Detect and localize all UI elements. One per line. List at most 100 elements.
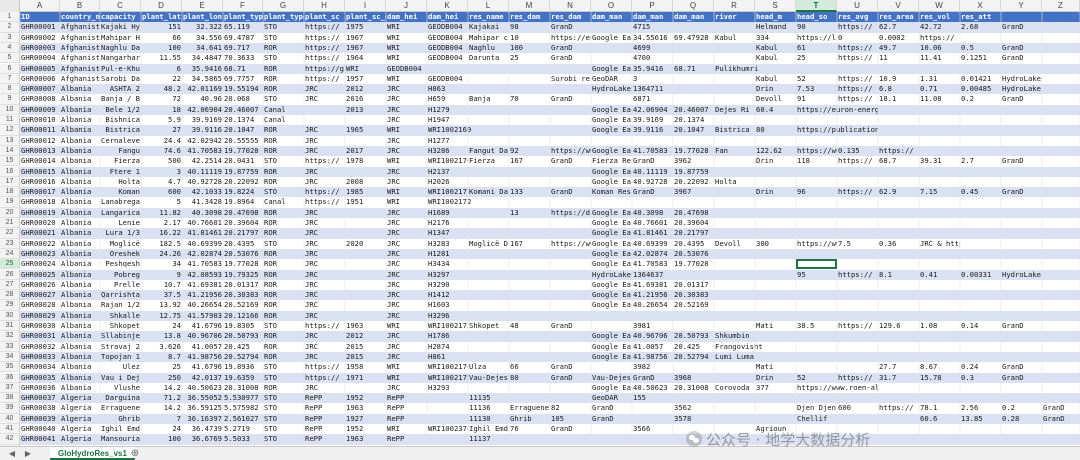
cell[interactable]: GHR00013: [20, 146, 60, 156]
cell[interactable]: Albania: [60, 218, 100, 228]
cell[interactable]: 1952: [345, 424, 386, 434]
cell[interactable]: GranD: [1001, 373, 1042, 383]
cell[interactable]: Algeria: [60, 403, 100, 413]
cell[interactable]: Koman Res: [591, 187, 632, 197]
cell[interactable]: https://: [837, 53, 878, 63]
cell[interactable]: 11.08: [919, 94, 960, 104]
header-cell[interactable]: dam_hei: [427, 12, 468, 22]
cell[interactable]: Fierza Res: [591, 156, 632, 166]
cell[interactable]: [960, 393, 1001, 403]
cell[interactable]: [960, 352, 1001, 362]
cell[interactable]: [345, 259, 386, 269]
cell[interactable]: Afghanistan: [60, 53, 100, 63]
column-header-w[interactable]: W: [919, 0, 960, 12]
cell[interactable]: 2012: [345, 84, 386, 94]
cell[interactable]: 20.31008: [223, 383, 263, 393]
cell[interactable]: 98: [509, 22, 550, 32]
cell[interactable]: STO: [263, 321, 304, 331]
cell[interactable]: Algeria: [60, 393, 100, 403]
cell[interactable]: 41.57903: [182, 311, 223, 321]
cell[interactable]: Fan: [714, 146, 755, 156]
row-number[interactable]: 7: [0, 73, 20, 85]
cell[interactable]: GranD: [1001, 53, 1042, 63]
cell[interactable]: ROR: [263, 218, 304, 228]
row-number[interactable]: 11: [0, 115, 20, 126]
cell[interactable]: 72: [141, 94, 182, 104]
cell[interactable]: 1978: [345, 156, 386, 166]
row-number[interactable]: 9: [0, 94, 20, 105]
cell[interactable]: ROR: [263, 300, 304, 310]
column-header-l[interactable]: L: [468, 0, 509, 12]
column-header-c[interactable]: C: [100, 0, 141, 12]
cell[interactable]: JRC: [386, 146, 427, 156]
cell[interactable]: 2013: [345, 105, 386, 115]
cell[interactable]: [550, 105, 591, 115]
cell[interactable]: 40.76601: [182, 218, 223, 228]
cell[interactable]: Darunta: [468, 53, 509, 63]
cell[interactable]: 6: [141, 64, 182, 74]
cell[interactable]: 20.22092: [673, 177, 714, 187]
cell[interactable]: Google Earth Explorer: [591, 64, 632, 74]
header-cell[interactable]: plant_sc: [304, 12, 345, 22]
cell[interactable]: https://: [304, 156, 345, 166]
cell[interactable]: 40.11119: [632, 167, 673, 177]
cell[interactable]: GHR00024: [20, 259, 60, 269]
cell[interactable]: [304, 105, 345, 115]
cell[interactable]: 39.31: [919, 156, 960, 166]
cell[interactable]: GHR00009: [20, 105, 60, 115]
cell[interactable]: 20.425: [673, 342, 714, 352]
cell[interactable]: Google Earth Explorer: [591, 239, 632, 249]
cell[interactable]: Google Earth Explorer: [591, 146, 632, 156]
cell[interactable]: 42.02874: [182, 249, 223, 259]
cell[interactable]: 1.08: [919, 321, 960, 331]
cell[interactable]: 42.08593: [182, 270, 223, 280]
cell[interactable]: JRC: [386, 259, 427, 269]
cell[interactable]: Afghanistan: [60, 74, 100, 84]
cell[interactable]: ROR: [263, 208, 304, 218]
cell[interactable]: 60.6: [919, 414, 960, 424]
cell[interactable]: Google Earth Explorer: [591, 208, 632, 218]
cell[interactable]: JRC: [304, 84, 345, 94]
cell[interactable]: 1967: [345, 43, 386, 53]
cell[interactable]: 41.0057: [182, 342, 223, 352]
cell[interactable]: 36.16397: [182, 414, 223, 424]
row-number[interactable]: 33: [0, 341, 20, 352]
cell[interactable]: 4.7: [141, 177, 182, 187]
cell[interactable]: GranD: [1001, 362, 1042, 372]
cell[interactable]: 27: [141, 125, 182, 135]
cell[interactable]: 40.50623: [182, 383, 223, 393]
cell[interactable]: STO: [263, 94, 304, 104]
cell[interactable]: 49.7: [878, 43, 919, 53]
cell[interactable]: Banja / B: [100, 94, 141, 104]
cell[interactable]: [960, 64, 1001, 74]
row-number[interactable]: 30: [0, 310, 20, 321]
cell[interactable]: WRI: [386, 125, 427, 135]
cell[interactable]: GHR00016: [20, 177, 60, 187]
cell[interactable]: ROR: [263, 167, 304, 177]
cell[interactable]: [591, 43, 632, 53]
cell[interactable]: 66: [141, 33, 182, 43]
cell[interactable]: 2015: [345, 342, 386, 352]
cell[interactable]: 18.1: [878, 94, 919, 104]
cell[interactable]: JRC: [386, 383, 427, 393]
column-header-bar[interactable]: ABCDEFGHIJKLMNOPQRSTUVWXYZ: [0, 0, 1080, 12]
cell[interactable]: 500: [141, 156, 182, 166]
cell[interactable]: Erraguene: [509, 403, 550, 413]
cell[interactable]: [714, 321, 755, 331]
row-number[interactable]: 39: [0, 403, 20, 414]
cell[interactable]: 34.55616: [632, 33, 673, 43]
cell[interactable]: 68.71: [223, 64, 263, 74]
cell[interactable]: [550, 300, 591, 310]
cell[interactable]: 15.78: [919, 373, 960, 383]
cell[interactable]: JRC: [386, 280, 427, 290]
cell[interactable]: https://: [837, 373, 878, 383]
cell[interactable]: WRI: [386, 187, 427, 197]
row-number[interactable]: 10: [0, 104, 20, 115]
cell[interactable]: Albania: [60, 311, 100, 321]
cell[interactable]: Helmand: [755, 22, 796, 32]
cell[interactable]: 0.2: [960, 94, 1001, 104]
cell[interactable]: Mahipar c: [468, 33, 509, 43]
cell[interactable]: Stravaj 2: [100, 342, 141, 352]
row-number[interactable]: 6: [0, 63, 20, 74]
cell[interactable]: WRI: [386, 197, 427, 207]
